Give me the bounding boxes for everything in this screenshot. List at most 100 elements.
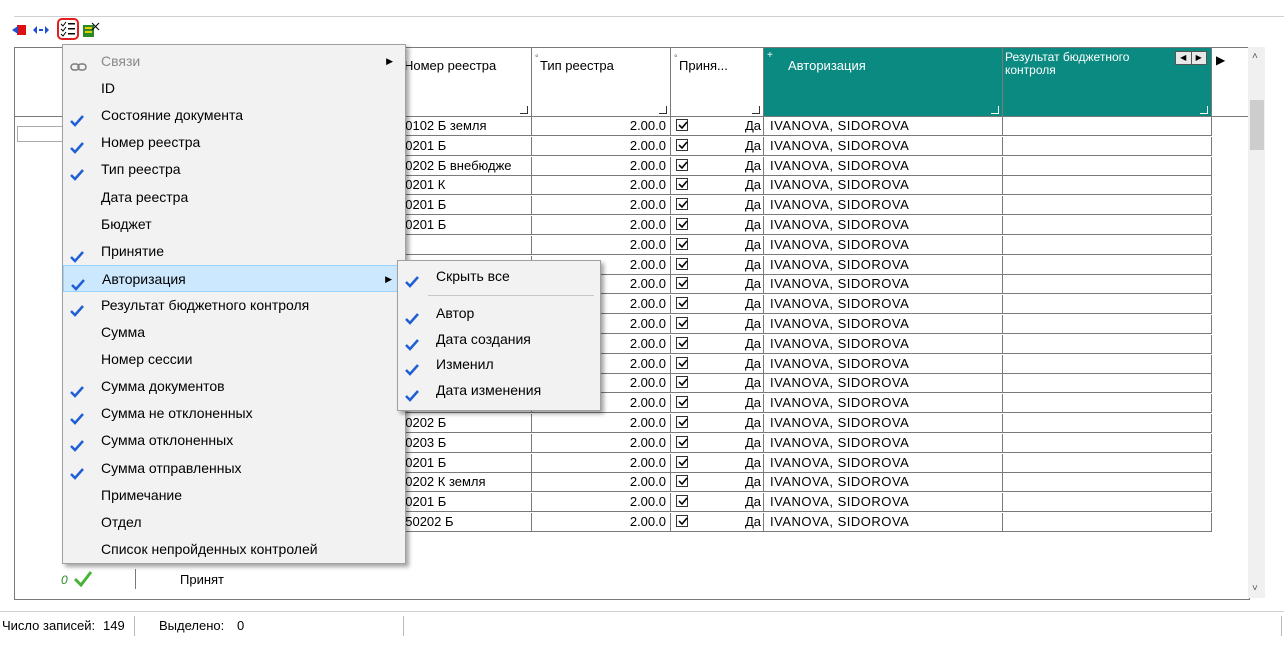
cell-avtorizaciya: IVANOVA, SIDOROVA [764,473,1003,493]
cell-tip: 2.00.0 [532,176,671,196]
menu-item-label: Сумма документов [101,378,225,395]
checkbox-icon[interactable] [676,178,688,191]
cell-rezultat [1003,453,1212,473]
submenu-item-label: Автор [436,305,475,321]
menu-item[interactable]: Сумма документов [63,373,403,400]
menu-item[interactable]: Номер реестра [63,129,403,156]
cell-prinyatie-text: Да [744,157,761,173]
column-chooser-icon[interactable] [57,18,79,40]
checkbox-icon[interactable] [676,237,688,250]
last-row-count: 0 [61,573,68,587]
menu-item-label: Сумма не отклоненных [101,405,253,422]
checkbox-icon[interactable] [676,435,688,448]
cell-prinyatie: Да [671,156,764,176]
cell-tip: 2.00.0 [532,235,671,255]
checkbox-icon[interactable] [676,138,688,151]
menu-item[interactable]: Список непройденных контролей [63,536,403,563]
submenu-item[interactable]: Дата изменения [398,377,598,404]
cell-prinyatie: Да [671,414,764,433]
cell-rezultat [1003,176,1212,196]
scroll-left-icon[interactable]: ◀ [1176,52,1192,64]
checkbox-icon[interactable] [676,277,688,290]
resize-grip-icon[interactable] [752,106,760,114]
checkbox-icon[interactable] [676,515,688,527]
menu-item[interactable]: Дата реестра [63,184,403,211]
menu-item[interactable]: Принятие [63,238,403,265]
checkbox-icon[interactable] [676,376,688,389]
menu-item[interactable]: Отдел [63,509,403,536]
column-header-prinyatie[interactable]: ° Приня... [671,48,764,117]
checkbox-icon[interactable] [676,198,688,211]
arrows-icon[interactable] [32,22,50,38]
cell-rezultat [1003,414,1212,433]
checkbox-icon[interactable] [676,475,688,488]
scroll-up-icon[interactable]: ˄ [1252,51,1258,62]
cell-nomer: 10202 Б [396,414,532,433]
menu-item-label: Состояние документа [101,107,244,124]
menu-item[interactable]: Номер сессии [63,346,403,373]
expand-plus-icon[interactable]: + [767,50,773,61]
scroll-right-icon[interactable]: ▶ [1192,52,1207,64]
cell-prinyatie: Да [671,136,764,156]
checkbox-icon[interactable] [676,396,688,409]
checkbox-icon[interactable] [676,257,688,270]
menu-item[interactable]: Тип реестра [63,156,403,183]
submenu-item[interactable]: Автор [398,300,598,327]
menu-item[interactable]: Сумма [63,319,403,346]
column-header-nomer[interactable]: Номер реестра [396,48,532,117]
checkbox-icon[interactable] [676,416,688,428]
column-header-tip[interactable]: ° Тип реестра [532,48,671,117]
menu-item[interactable]: Бюджет [63,211,403,238]
scroll-down-icon[interactable]: ˅ [1252,583,1258,594]
resize-grip-icon[interactable] [520,106,528,114]
menu-item[interactable]: Результат бюджетного контроля [63,292,403,319]
menu-item[interactable]: ID [63,75,403,102]
cell-prinyatie-text: Да [744,434,761,450]
status-divider [1281,616,1282,636]
resize-grip-icon[interactable] [991,106,999,114]
cell-rezultat [1003,473,1212,493]
filter-icon[interactable] [82,22,100,38]
checkbox-icon[interactable] [676,336,688,349]
cell-prinyatie: Да [671,334,764,354]
play-arrow-icon[interactable]: ▶ [1216,53,1225,67]
menu-item[interactable]: Авторизация ▶ [63,264,403,292]
checkbox-icon[interactable] [676,317,688,329]
checkbox-icon[interactable] [676,356,688,369]
column-header-avtorizaciya[interactable]: + Авторизация [764,48,1003,117]
cell-avtorizaciya: IVANOVA, SIDOROVA [764,433,1003,453]
cell-prinyatie-text: Да [744,395,761,411]
submenu-item[interactable]: Изменил [398,351,598,378]
cell-nomer [396,235,532,255]
submenu-item-label: Изменил [436,356,494,372]
menu-item[interactable]: Сумма отклоненных [63,427,403,454]
checkbox-icon[interactable] [676,455,688,468]
checkbox-icon[interactable] [676,297,688,310]
checkbox-icon[interactable] [676,119,688,131]
column-header-rezultat[interactable]: Результат бюджетного контроля ◀ ▶ [1003,48,1212,117]
menu-item[interactable]: Состояние документа [63,102,403,129]
resize-grip-icon[interactable] [659,106,667,114]
exit-icon[interactable] [12,22,28,38]
scrollbar-thumb[interactable] [1250,100,1264,150]
menu-item-label: Сумма отправленных [101,459,242,476]
checkbox-icon[interactable] [676,495,688,508]
menu-item-label: Отдел [101,513,142,530]
checkbox-icon[interactable] [676,218,688,230]
cell-tip: 2.00.0 [532,493,671,513]
resize-grip-icon[interactable] [1200,106,1208,114]
menu-item[interactable]: Сумма отправленных [63,455,403,482]
cell-avtorizaciya: IVANOVA, SIDOROVA [764,493,1003,513]
header-filler: ▶ [1212,48,1249,117]
column-scroll-arrows[interactable]: ◀ ▶ [1175,51,1207,65]
menu-item-label: ID [101,80,115,97]
cell-prinyatie: Да [671,275,764,295]
menu-item[interactable]: Сумма не отклоненных [63,400,403,427]
cell-prinyatie-text: Да [744,474,761,490]
submenu-hide-all[interactable]: Скрыть все [398,263,598,290]
cell-prinyatie-text: Да [744,296,761,312]
menu-item[interactable]: Связи ▶ [63,48,403,75]
submenu-item[interactable]: Дата создания [398,326,598,353]
menu-item[interactable]: Примечание [63,482,403,509]
checkbox-icon[interactable] [676,158,688,171]
